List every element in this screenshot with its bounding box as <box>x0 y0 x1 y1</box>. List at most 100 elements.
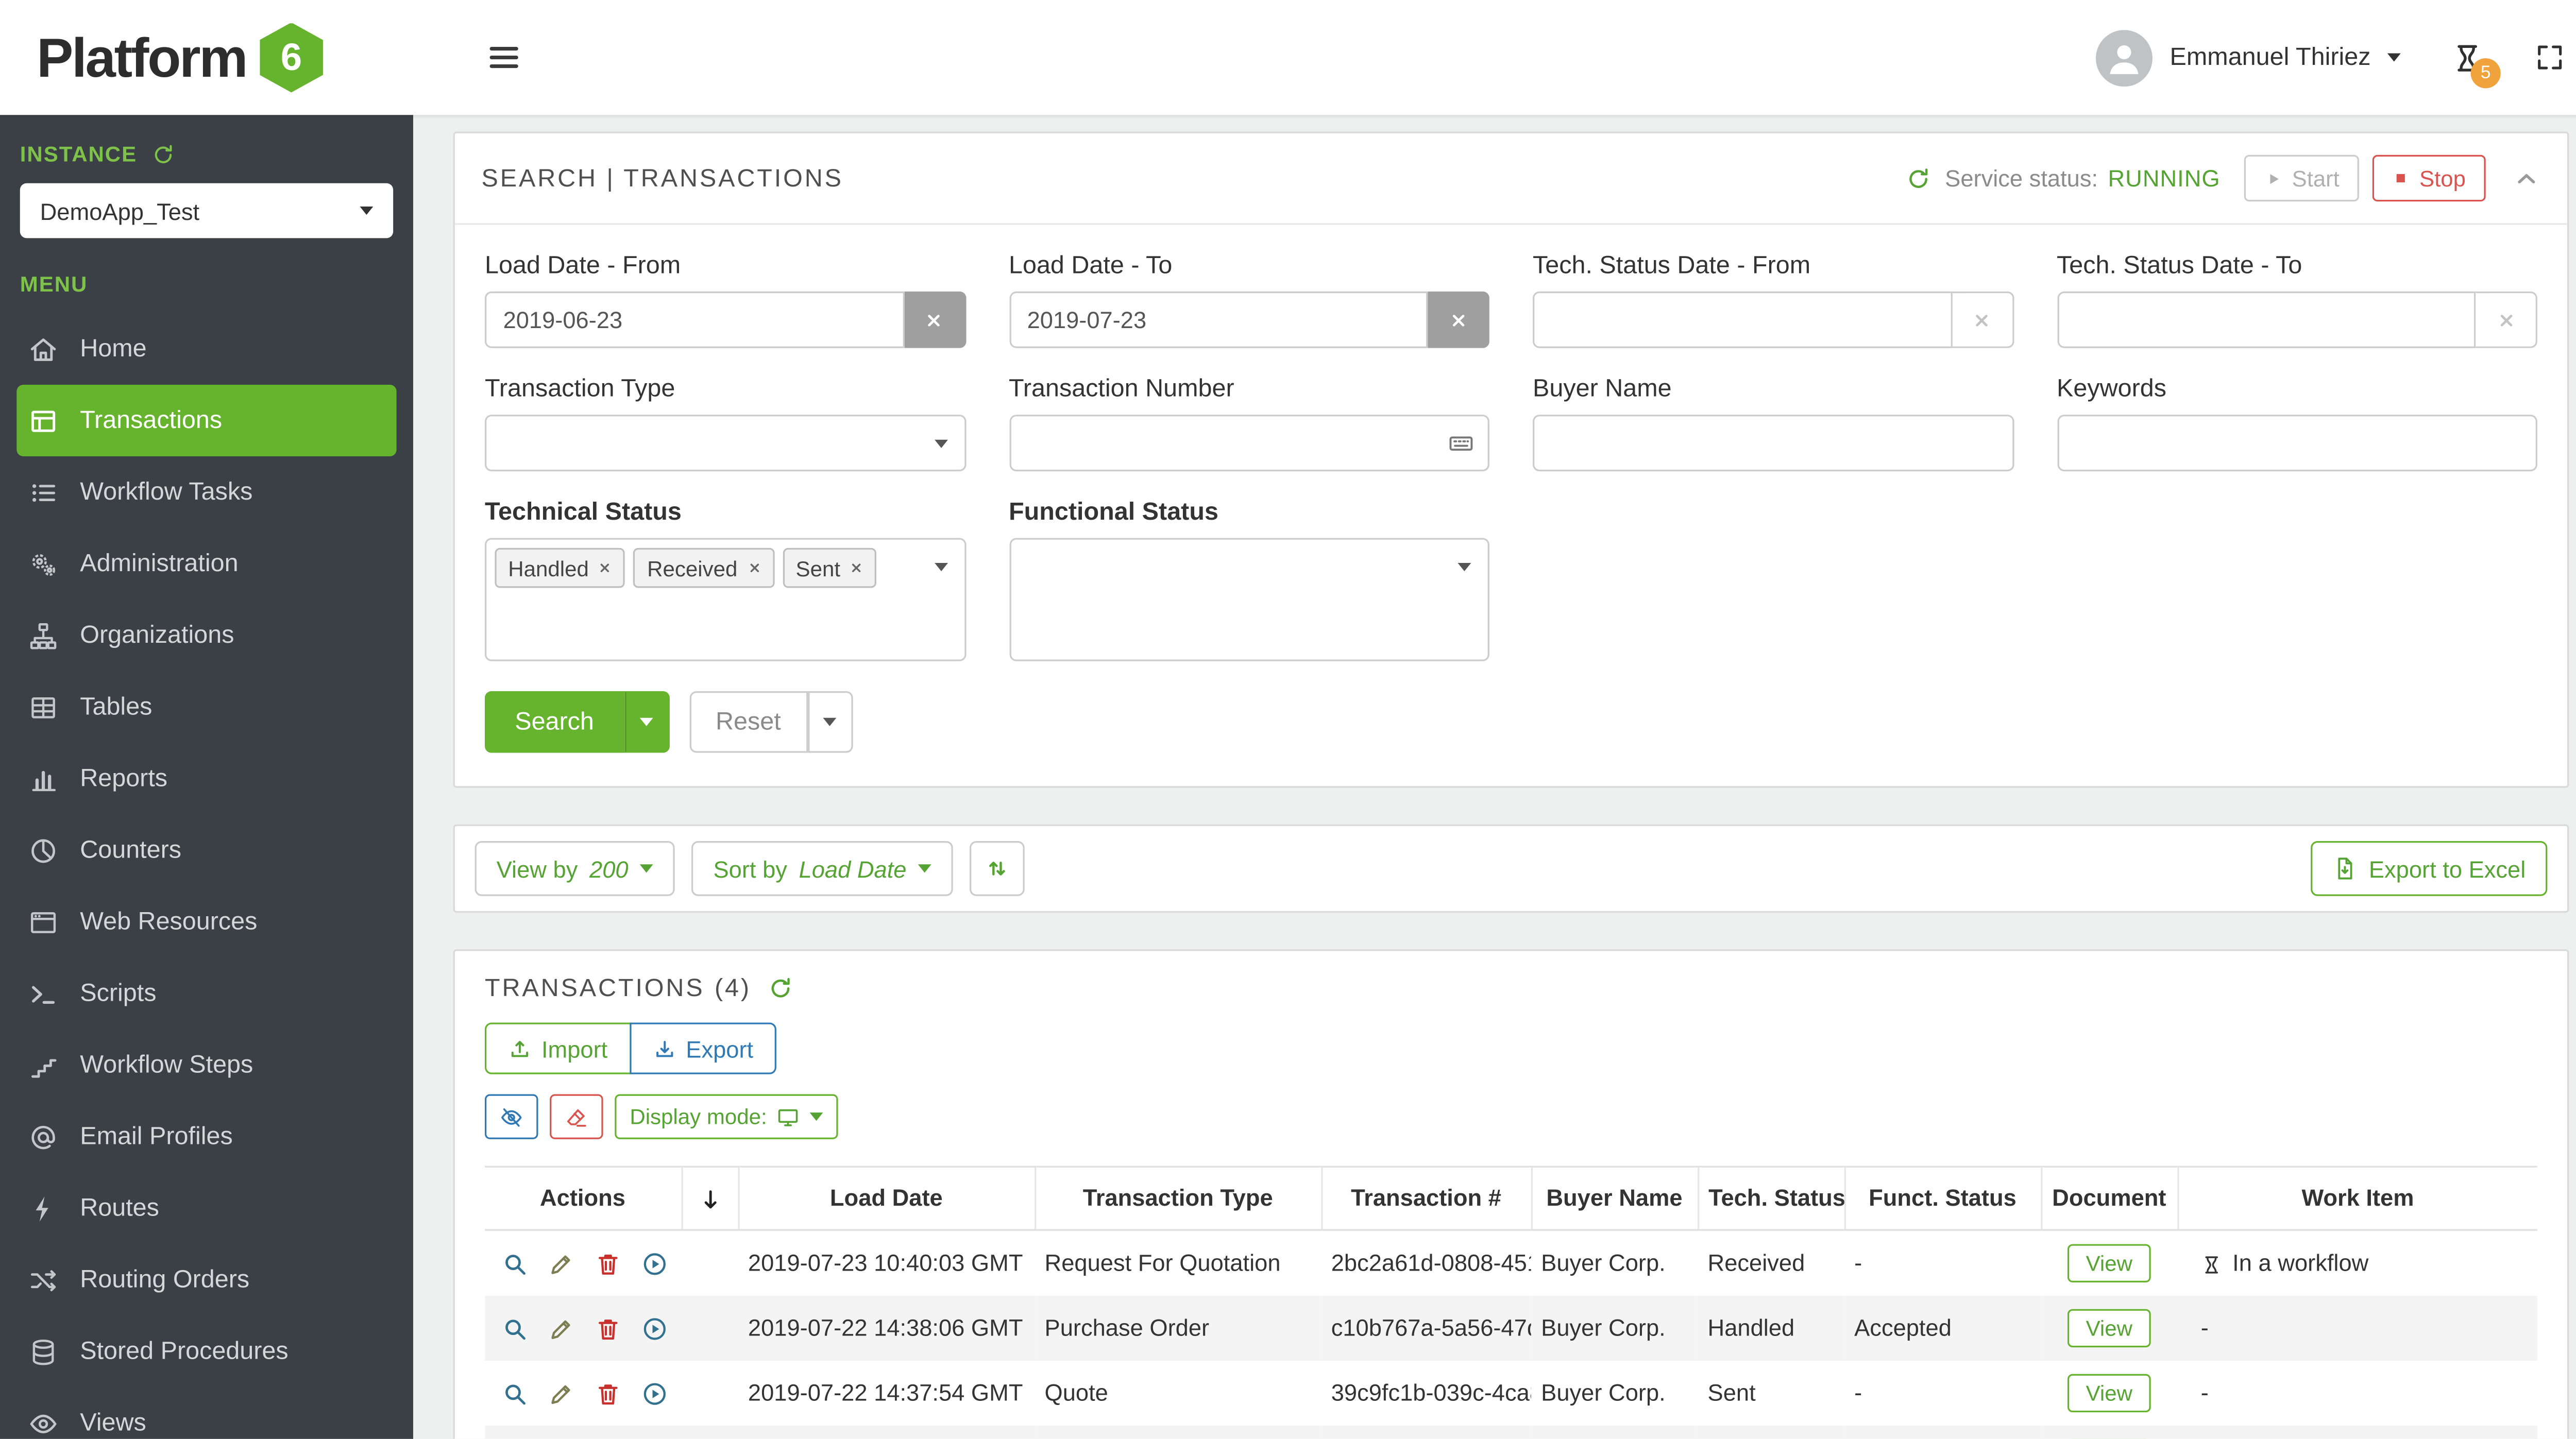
tech-status-date-to-input[interactable] <box>2057 291 2476 348</box>
edit-transaction-icon[interactable] <box>548 1381 575 1408</box>
tables-icon <box>28 692 58 722</box>
column-header-funct-status[interactable]: Funct. Status <box>1843 1166 2041 1231</box>
sort-by-button[interactable]: Sort by Load Date <box>691 841 954 896</box>
delete-transaction-icon[interactable] <box>595 1381 621 1408</box>
instance-select[interactable]: DemoApp_Test <box>20 183 394 238</box>
top-header: Platform 6 Emmanuel Thiriez 5 <box>0 0 2576 115</box>
user-name: Emmanuel Thiriez <box>2170 43 2371 72</box>
hide-columns-button[interactable] <box>485 1094 538 1139</box>
search-options-button[interactable] <box>624 691 669 753</box>
status-tag-label: Received <box>647 555 738 580</box>
run-transaction-icon[interactable] <box>641 1250 668 1277</box>
search-button[interactable]: Search <box>485 691 624 753</box>
clear-load-date-to-button[interactable] <box>1428 291 1489 348</box>
technical-status-multiselect[interactable]: Handled Received Sent <box>485 538 965 661</box>
sidebar-item[interactable]: Routing Orders <box>0 1244 413 1316</box>
refresh-transactions-icon[interactable] <box>768 976 793 1001</box>
cell-work-item: - <box>2177 1425 2537 1439</box>
delete-transaction-icon[interactable] <box>595 1315 621 1342</box>
transaction-number-input[interactable] <box>1009 415 1489 472</box>
load-date-to-input[interactable] <box>1009 291 1428 348</box>
column-header-tech-status[interactable]: Tech. Status <box>1697 1166 1844 1231</box>
view-document-button[interactable]: View <box>2067 1309 2151 1347</box>
display-mode-button[interactable]: Display mode: <box>615 1094 839 1139</box>
remove-tag-icon[interactable] <box>599 561 612 575</box>
clear-icon <box>1449 311 1467 329</box>
sidebar-item[interactable]: Reports <box>0 743 413 814</box>
sidebar-item[interactable]: Tables <box>0 671 413 743</box>
remove-tag-icon[interactable] <box>748 561 761 575</box>
upload-icon <box>508 1037 531 1060</box>
column-header-transaction-type[interactable]: Transaction Type <box>1033 1166 1321 1231</box>
sidebar-item-label: Counters <box>80 836 182 865</box>
monitor-icon <box>777 1105 800 1128</box>
sidebar-item[interactable]: Stored Procedures <box>0 1316 413 1387</box>
sidebar-item[interactable]: Workflow Steps <box>0 1029 413 1101</box>
run-transaction-icon[interactable] <box>641 1381 668 1408</box>
clear-icon <box>2497 311 2515 329</box>
view-document-button[interactable]: View <box>2067 1374 2151 1412</box>
view-transaction-icon[interactable] <box>501 1315 528 1342</box>
sidebar-item[interactable]: Views <box>0 1387 413 1439</box>
refresh-instances-icon[interactable] <box>152 142 175 165</box>
transaction-type-select[interactable] <box>485 415 965 472</box>
export-button[interactable]: Export <box>629 1022 777 1074</box>
cell-load-date: 2019-07-22 14:37:54 GMT <box>748 1379 1023 1407</box>
column-header-work-item: Work Item <box>2176 1166 2537 1231</box>
cell-transaction-number: eca1fd55-3f24-4eb0... <box>1321 1425 1531 1439</box>
counters-icon <box>28 835 58 865</box>
view-document-button[interactable]: View <box>2067 1243 2151 1282</box>
cell-transaction-number: 39c9fc1b-039c-4ca8... <box>1331 1379 1531 1407</box>
reset-options-button[interactable] <box>807 691 853 753</box>
sidebar-item[interactable]: Transactions <box>16 384 397 457</box>
user-menu[interactable]: Emmanuel Thiriez <box>2096 29 2401 86</box>
service-refresh-icon[interactable] <box>1907 166 1932 191</box>
sidebar-item[interactable]: Scripts <box>0 957 413 1029</box>
remove-tag-icon[interactable] <box>850 561 863 575</box>
edit-transaction-icon[interactable] <box>548 1315 575 1342</box>
pending-queue-button[interactable]: 5 <box>2451 41 2501 88</box>
sidebar-item[interactable]: Web Resources <box>0 886 413 957</box>
fullscreen-icon[interactable] <box>2534 42 2565 73</box>
clear-load-date-from-button[interactable] <box>904 291 965 348</box>
stop-icon <box>2393 170 2409 186</box>
sidebar-item-label: Home <box>80 334 147 363</box>
view-transaction-icon[interactable] <box>501 1250 528 1277</box>
sidebar-item[interactable]: Workflow Tasks <box>0 456 413 528</box>
reset-button[interactable]: Reset <box>689 691 808 753</box>
run-transaction-icon[interactable] <box>641 1315 668 1342</box>
column-header-transaction-number[interactable]: Transaction # <box>1320 1166 1531 1231</box>
sidebar-item[interactable]: Home <box>0 313 413 385</box>
sidebar-item[interactable]: Organizations <box>0 599 413 671</box>
menu-toggle-icon[interactable] <box>486 40 521 75</box>
clear-list-button[interactable] <box>550 1094 603 1139</box>
edit-transaction-icon[interactable] <box>548 1250 575 1277</box>
tech-status-date-from-input[interactable] <box>1533 291 1952 348</box>
delete-transaction-icon[interactable] <box>595 1250 621 1277</box>
buyer-name-input[interactable] <box>1533 415 2013 472</box>
keywords-input[interactable] <box>2057 415 2537 472</box>
functional-status-multiselect[interactable] <box>1009 538 1489 661</box>
sidebar-item[interactable]: Email Profiles <box>0 1101 413 1172</box>
sidebar-item[interactable]: Counters <box>0 814 413 886</box>
start-service-button[interactable]: Start <box>2243 155 2360 202</box>
clear-tech-status-date-from-button[interactable] <box>1952 291 2013 348</box>
column-header-buyer-name[interactable]: Buyer Name <box>1530 1166 1698 1231</box>
collapse-panel-icon[interactable] <box>2512 164 2540 193</box>
view-transaction-icon[interactable] <box>501 1381 528 1408</box>
transactions-title: TRANSACTIONS <box>485 974 705 1003</box>
import-button[interactable]: Import <box>485 1022 631 1074</box>
sidebar-item[interactable]: Administration <box>0 528 413 599</box>
export-to-excel-button[interactable]: Export to Excel <box>2310 841 2548 896</box>
sort-direction-button[interactable] <box>970 841 1025 896</box>
stop-service-button[interactable]: Stop <box>2372 155 2486 202</box>
sidebar-item[interactable]: Routes <box>0 1173 413 1244</box>
column-header-load-date[interactable]: Load Date <box>737 1166 1035 1231</box>
scripts-icon <box>28 979 58 1008</box>
view-by-button[interactable]: View by 200 <box>474 841 675 896</box>
sidebar-item-label: Routing Orders <box>80 1265 250 1294</box>
clear-tech-status-date-to-button[interactable] <box>2476 291 2537 348</box>
load-date-from-input[interactable] <box>485 291 904 348</box>
app-logo[interactable]: Platform 6 <box>0 22 413 93</box>
status-tag: Received <box>634 547 774 588</box>
